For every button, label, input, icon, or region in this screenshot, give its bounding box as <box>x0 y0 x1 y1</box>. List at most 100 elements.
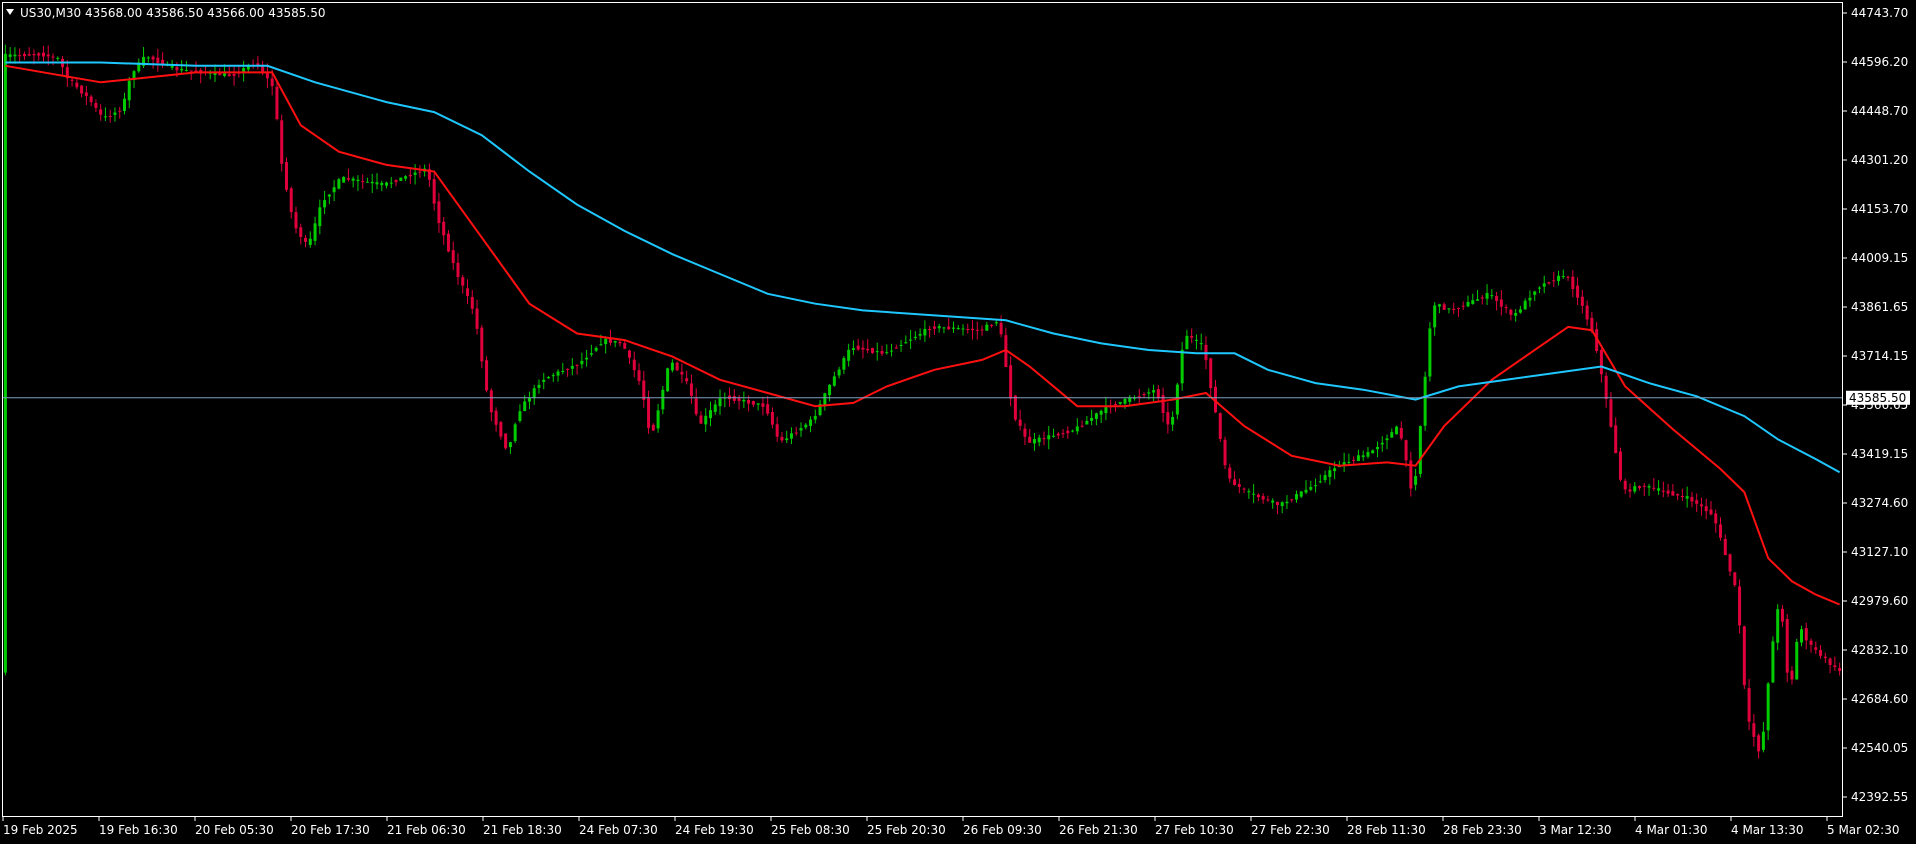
bear-candle-body <box>1142 394 1146 396</box>
bull-candle-body <box>532 388 536 398</box>
bear-candle-body <box>1809 640 1813 645</box>
bull-candle-body <box>1385 438 1389 441</box>
symbol-label: US30,M30 <box>20 6 81 20</box>
bull-candle-body <box>1318 481 1322 483</box>
bull-candle-body <box>1633 486 1637 492</box>
bear-candle-body <box>275 86 279 120</box>
last-price-tag-label: 43585.50 <box>1849 391 1906 405</box>
bull-candle-body <box>832 376 836 386</box>
bear-candle-body <box>680 371 684 375</box>
x-tick-label: 4 Mar 13:30 <box>1731 823 1804 837</box>
bull-candle-body <box>1361 455 1365 458</box>
bull-candle-body <box>1380 442 1384 445</box>
bear-candle-body <box>928 328 932 331</box>
bear-candle-body <box>1018 419 1022 426</box>
bear-candle-body <box>1156 389 1160 399</box>
bear-candle-body <box>1790 670 1794 680</box>
bear-candle-body <box>1738 586 1742 626</box>
bull-candle-body <box>365 181 369 183</box>
bear-candle-body <box>1023 428 1027 437</box>
y-tick-label: 42684.60 <box>1851 692 1908 706</box>
bull-candle-body <box>670 362 674 371</box>
bull-candle-body <box>985 324 989 331</box>
bull-candle-body <box>1271 500 1275 503</box>
bull-candle-body <box>308 238 312 245</box>
bear-candle-body <box>1504 307 1508 309</box>
bear-candle-body <box>1552 280 1556 282</box>
bull-candle-body <box>1299 491 1303 497</box>
x-tick-label: 24 Feb 07:30 <box>579 823 658 837</box>
bear-candle-body <box>1080 425 1084 427</box>
bear-candle-body <box>94 103 98 108</box>
bull-candle-body <box>599 344 603 346</box>
bear-candle-body <box>1609 399 1613 427</box>
bull-candle-body <box>613 340 617 343</box>
price-chart[interactable]: 44743.70 44596.20 44448.70 44301.20 44153.70… <box>0 0 1916 840</box>
bear-candle-body <box>1719 524 1723 538</box>
bull-candle-body <box>13 54 17 57</box>
bear-candle-body <box>737 398 741 401</box>
bear-candle-body <box>89 96 93 103</box>
bear-candle-body <box>27 54 31 56</box>
bear-candle-body <box>1599 349 1603 375</box>
bull-candle-body <box>1476 299 1480 301</box>
x-tick-label: 5 Mar 02:30 <box>1827 823 1900 837</box>
bear-candle-body <box>299 227 303 238</box>
bull-candle-body <box>1657 488 1661 491</box>
bull-candle-body <box>913 336 917 339</box>
bull-candle-body <box>1180 349 1184 384</box>
ohlc-readout: 43568.00 43586.50 43566.00 43585.50 <box>85 6 325 20</box>
bear-candle-body <box>1137 396 1141 398</box>
bull-candle-body <box>1152 390 1156 393</box>
bull-candle-body <box>313 223 317 241</box>
bull-candle-body <box>823 393 827 406</box>
bear-candle-body <box>480 327 484 362</box>
bear-candle-body <box>575 365 579 367</box>
bear-candle-body <box>971 328 975 331</box>
bull-candle-body <box>1542 283 1546 287</box>
bear-candle-body <box>32 54 36 56</box>
bull-candle-body <box>318 207 322 227</box>
bear-candle-body <box>1509 309 1513 315</box>
bear-candle-body <box>794 432 798 434</box>
bull-candle-body <box>1537 287 1541 289</box>
bull-candle-body <box>103 116 107 118</box>
bear-candle-body <box>118 110 122 112</box>
bull-candle-body <box>1395 426 1399 435</box>
bull-candle-body <box>809 419 813 426</box>
bear-candle-body <box>766 404 770 414</box>
bear-candle-body <box>1604 375 1608 400</box>
bull-candle-body <box>1771 641 1775 683</box>
bear-candle-body <box>1209 358 1213 389</box>
bull-candle-body <box>223 73 227 76</box>
bear-candle-body <box>694 398 698 415</box>
last-price-tag: 43585.50 <box>1846 390 1910 405</box>
bear-candle-body <box>280 120 284 164</box>
bull-candle-body <box>961 328 965 330</box>
y-tick-label: 43861.65 <box>1851 300 1908 314</box>
bull-candle-body <box>1761 731 1765 750</box>
bull-candle-body <box>923 328 927 336</box>
bear-candle-body <box>151 56 155 60</box>
bear-candle-body <box>856 345 860 350</box>
x-tick-label: 19 Feb 16:30 <box>99 823 178 837</box>
bull-candle-body <box>1423 376 1427 426</box>
bear-candle-body <box>1690 496 1694 502</box>
bull-candle-body <box>1314 485 1318 487</box>
bear-candle-body <box>304 237 308 242</box>
bull-candle-body <box>890 350 894 352</box>
bull-candle-body <box>1185 335 1189 350</box>
bear-candle-body <box>1256 494 1260 498</box>
bull-candle-body <box>385 182 389 186</box>
y-tick-label: 44743.70 <box>1851 6 1908 20</box>
bear-candle-body <box>770 412 774 425</box>
bull-candle-body <box>1304 489 1308 493</box>
bull-candle-body <box>1685 496 1689 499</box>
bull-candle-body <box>1123 398 1127 404</box>
bear-candle-body <box>1442 304 1446 310</box>
bull-candle-body <box>756 403 760 405</box>
bear-candle-body <box>265 73 269 79</box>
bull-candle-body <box>537 384 541 388</box>
bull-candle-body <box>551 375 555 377</box>
bear-candle-body <box>1113 404 1117 406</box>
